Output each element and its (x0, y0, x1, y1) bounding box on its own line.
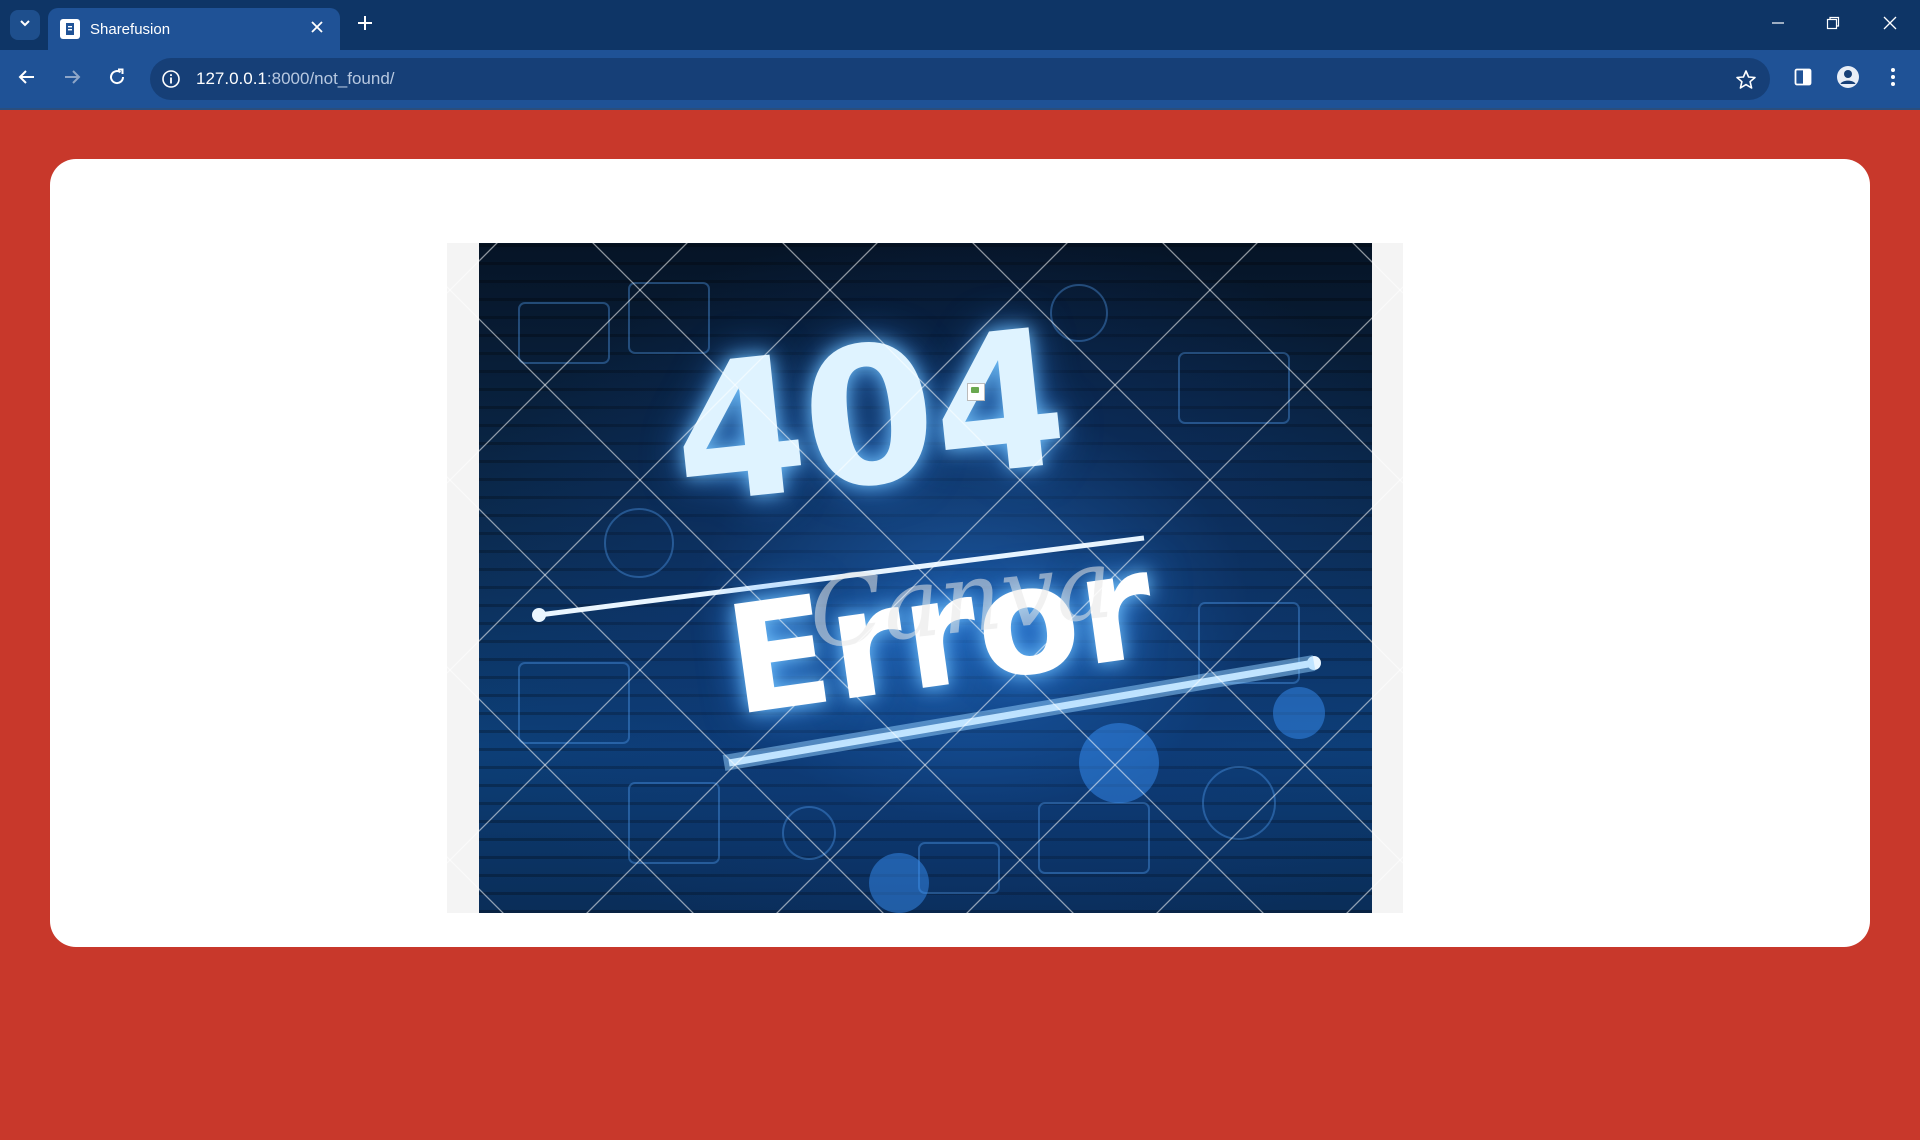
browser-menu-button[interactable] (1878, 64, 1908, 94)
plus-icon (357, 15, 373, 36)
tab-close-button[interactable] (306, 18, 328, 40)
document-icon (60, 19, 80, 39)
restore-icon (1826, 16, 1840, 35)
close-icon (311, 20, 323, 38)
side-panel-button[interactable] (1788, 64, 1818, 94)
url-host: 127.0.0.1 (196, 69, 267, 88)
arrow-left-icon (17, 67, 37, 92)
url-path: :8000/not_found/ (266, 69, 395, 88)
info-icon[interactable] (160, 68, 182, 90)
browser-tab-strip: Sharefusion (0, 0, 1920, 50)
tab-title: Sharefusion (90, 20, 171, 38)
side-panel-icon (1793, 67, 1813, 92)
back-button[interactable] (12, 64, 42, 94)
address-bar[interactable]: 127.0.0.1:8000/not_found/ (150, 58, 1770, 100)
close-window-button[interactable] (1872, 10, 1908, 40)
close-icon (1883, 16, 1897, 35)
minimize-icon (1771, 16, 1785, 35)
kebab-menu-icon (1890, 67, 1896, 92)
error-404-image: 404 Error Canva (447, 243, 1403, 913)
browser-toolbar: 127.0.0.1:8000/not_found/ (0, 50, 1920, 108)
forward-button[interactable] (57, 64, 87, 94)
arrow-right-icon (62, 67, 82, 92)
star-icon[interactable] (1734, 68, 1758, 92)
url-text[interactable]: 127.0.0.1:8000/not_found/ (196, 69, 395, 89)
restore-button[interactable] (1815, 10, 1851, 40)
toolbar-divider (0, 108, 1920, 110)
profile-button[interactable] (1833, 64, 1863, 94)
watermark-diamond-grid (447, 243, 1403, 913)
reload-button[interactable] (102, 64, 132, 94)
content-card: 404 Error Canva (50, 159, 1870, 947)
reload-icon (107, 67, 127, 92)
chevron-down-icon (18, 16, 32, 35)
tab-sharefusion[interactable]: Sharefusion (48, 8, 340, 50)
minimize-button[interactable] (1760, 10, 1796, 40)
profile-icon (1836, 65, 1860, 94)
tab-search-button[interactable] (10, 10, 40, 40)
new-tab-button[interactable] (352, 12, 378, 38)
